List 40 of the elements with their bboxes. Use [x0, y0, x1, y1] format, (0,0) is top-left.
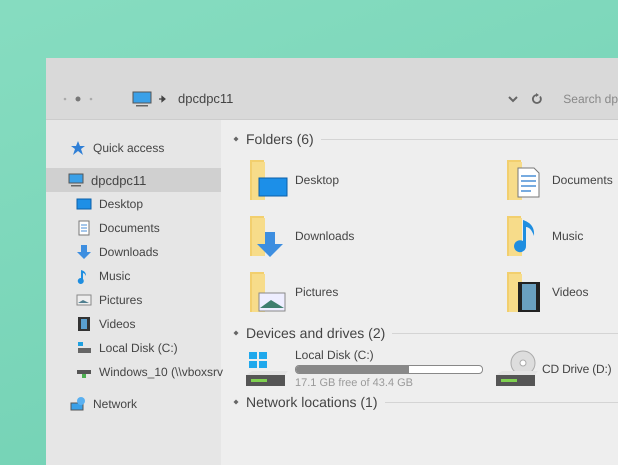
star-icon [70, 140, 86, 156]
sidebar-item[interactable]: Local Disk (C:) [46, 336, 221, 360]
sidebar-item[interactable]: dpcdpc11 [46, 168, 221, 192]
down-icon [76, 244, 92, 260]
sidebar-item[interactable]: Pictures [46, 288, 221, 312]
pics-icon [76, 292, 92, 308]
docs-icon [76, 220, 92, 236]
drive-name[interactable]: CD Drive (D:) [542, 362, 612, 376]
collapse-icon[interactable] [233, 330, 239, 336]
drive-name[interactable]: Local Disk (C:) [295, 348, 483, 362]
disk-icon [76, 340, 92, 356]
sidebar-item[interactable]: Network [46, 392, 221, 416]
sidebar-item[interactable]: Downloads [46, 240, 221, 264]
folder-name[interactable]: Pictures [295, 285, 338, 299]
section-title[interactable]: Folders (6) [246, 131, 314, 147]
desktop-icon [76, 196, 92, 212]
collapse-icon[interactable] [233, 136, 239, 142]
video-icon [76, 316, 92, 332]
sidebar-item[interactable]: Desktop [46, 192, 221, 216]
refresh-icon[interactable] [531, 92, 544, 104]
pc-icon [68, 172, 84, 188]
folder-name[interactable]: Videos [552, 285, 588, 299]
cd-drive-icon[interactable] [493, 348, 541, 388]
net-icon [70, 396, 86, 412]
sidebar-item[interactable]: Videos [46, 312, 221, 336]
folder-name[interactable]: Desktop [295, 173, 340, 187]
sidebar-item[interactable]: Quick access [46, 136, 221, 160]
free-space-text: 17.1 GB free of 43.4 GB [295, 377, 414, 389]
sidebar-item[interactable]: Windows_10 (\\vboxsrv [46, 360, 221, 384]
section-title[interactable]: Devices and drives (2) [246, 325, 386, 341]
sidebar-item[interactable]: Documents [46, 216, 221, 240]
collapse-icon[interactable] [233, 399, 239, 405]
folder-name[interactable]: Downloads [295, 229, 354, 243]
arrow-right-icon [158, 94, 166, 102]
section-title[interactable]: Network locations (1) [246, 394, 378, 410]
computer-icon [132, 90, 152, 106]
folder-name[interactable]: Documents [552, 173, 613, 187]
address-location[interactable]: dpcdpc11 [178, 91, 234, 106]
sidebar-item[interactable]: Music [46, 264, 221, 288]
folder-name[interactable]: Music [552, 229, 584, 243]
